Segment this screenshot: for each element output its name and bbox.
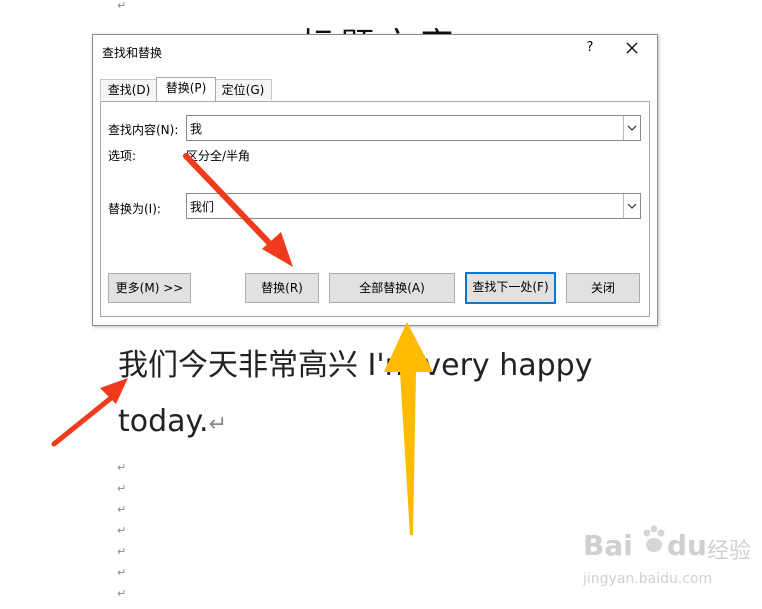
red-arrow-icon bbox=[51, 378, 128, 447]
yellow-arrow-icon bbox=[384, 322, 433, 535]
watermark-brand-2: du bbox=[667, 529, 707, 562]
red-arrow-icon bbox=[183, 153, 293, 267]
tab-replace[interactable]: 替换(P) bbox=[156, 77, 216, 101]
paw-icon bbox=[643, 525, 665, 552]
watermark-brand: Bai bbox=[583, 529, 633, 562]
annotation-overlay bbox=[51, 153, 433, 535]
watermark-url: jingyan.baidu.com bbox=[583, 571, 713, 587]
baidu-jingyan-watermark: Bai du 经验 jingyan.baidu.com bbox=[583, 523, 753, 593]
watermark-chinese: 经验 bbox=[707, 539, 752, 564]
